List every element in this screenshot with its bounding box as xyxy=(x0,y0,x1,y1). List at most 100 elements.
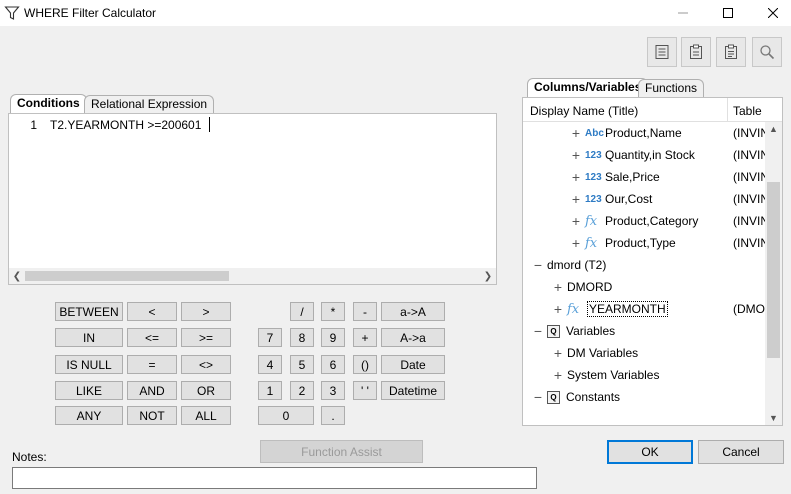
date-button[interactable]: Date xyxy=(381,355,445,374)
expand-icon[interactable]: + xyxy=(571,236,581,250)
not-equal-button[interactable]: <> xyxy=(181,355,231,374)
tree-row-product-category[interactable]: + fx Product,Category xyxy=(571,210,698,232)
minus-button[interactable]: - xyxy=(353,302,377,321)
tree-row-system-variables[interactable]: + System Variables xyxy=(553,364,660,386)
tab-conditions[interactable]: Conditions xyxy=(10,94,87,114)
display-name-header[interactable]: Display Name (Title) xyxy=(530,104,638,118)
query-icon: Q xyxy=(547,390,560,404)
expand-icon[interactable]: + xyxy=(553,368,563,382)
datetime-button[interactable]: Datetime xyxy=(381,381,445,400)
digit-7-button[interactable]: 7 xyxy=(258,328,282,347)
expand-icon[interactable]: + xyxy=(571,214,581,228)
list-view-button[interactable] xyxy=(647,37,677,67)
tree-row-quantity-in-stock[interactable]: + 123 Quantity,in Stock xyxy=(571,144,695,166)
cancel-button[interactable]: Cancel xyxy=(698,440,784,464)
any-button[interactable]: ANY xyxy=(55,406,123,425)
maximize-button[interactable] xyxy=(705,0,751,26)
greater-than-button[interactable]: > xyxy=(181,302,231,321)
or-button[interactable]: OR xyxy=(181,381,231,400)
text-caret xyxy=(209,117,210,132)
columns-tree[interactable]: Display Name (Title) Table + Abc Product… xyxy=(522,97,783,426)
scrollbar-thumb[interactable] xyxy=(25,271,229,281)
header-divider xyxy=(727,98,728,122)
scroll-right-icon[interactable]: ❯ xyxy=(482,268,494,284)
tree-row-table: (INVIN xyxy=(733,192,769,206)
tree-row-dmord-segment[interactable]: + DMORD xyxy=(553,276,612,298)
search-button[interactable] xyxy=(752,37,782,67)
tree-row-dmord[interactable]: − dmord (T2) xyxy=(533,254,606,276)
paste-button[interactable] xyxy=(716,37,746,67)
expand-icon[interactable]: + xyxy=(571,148,581,162)
expand-icon[interactable]: + xyxy=(571,126,581,140)
scroll-down-icon[interactable]: ▼ xyxy=(765,411,782,425)
tree-row-table: (INVIN xyxy=(733,148,769,162)
digit-3-button[interactable]: 3 xyxy=(321,381,345,400)
table-header[interactable]: Table xyxy=(733,104,762,118)
greater-equal-button[interactable]: >= xyxy=(181,328,231,347)
expand-icon[interactable]: + xyxy=(571,192,581,206)
digit-2-button[interactable]: 2 xyxy=(290,381,314,400)
tree-row-product-name[interactable]: + Abc Product,Name xyxy=(571,122,682,144)
digit-6-button[interactable]: 6 xyxy=(321,355,345,374)
tree-row-yearmonth[interactable]: + fx YEARMONTH xyxy=(553,298,668,320)
function-type-icon: fx xyxy=(585,213,598,229)
tree-row-product-type[interactable]: + fx Product,Type xyxy=(571,232,676,254)
function-assist-button[interactable]: Function Assist xyxy=(260,440,423,463)
minimize-icon xyxy=(678,12,688,14)
expand-icon[interactable]: + xyxy=(571,170,581,184)
and-button[interactable]: AND xyxy=(127,381,177,400)
condition-editor[interactable]: 1 T2.YEARMONTH >=200601 ❮ ❯ xyxy=(8,113,497,285)
horizontal-scrollbar[interactable]: ❮ ❯ xyxy=(9,268,496,284)
uppercase-button[interactable]: a->A xyxy=(381,302,445,321)
collapse-icon[interactable]: − xyxy=(533,390,543,404)
scroll-up-icon[interactable]: ▲ xyxy=(765,122,782,136)
parentheses-button[interactable]: () xyxy=(353,355,377,374)
collapse-icon[interactable]: − xyxy=(533,324,543,338)
tree-row-variables[interactable]: − Q Variables xyxy=(533,320,615,342)
tree-row-constants[interactable]: − Q Constants xyxy=(533,386,620,408)
divide-button[interactable]: / xyxy=(290,302,314,321)
scroll-left-icon[interactable]: ❮ xyxy=(11,268,23,284)
digit-0-button[interactable]: 0 xyxy=(258,406,314,425)
less-equal-button[interactable]: <= xyxy=(127,328,177,347)
lowercase-button[interactable]: A->a xyxy=(381,328,445,347)
close-icon xyxy=(768,8,778,18)
digit-4-button[interactable]: 4 xyxy=(258,355,282,374)
between-button[interactable]: BETWEEN xyxy=(55,302,123,321)
notes-input[interactable] xyxy=(12,467,537,489)
in-button[interactable]: IN xyxy=(55,328,123,347)
digit-5-button[interactable]: 5 xyxy=(290,355,314,374)
clipboard-icon xyxy=(690,44,702,59)
expand-icon[interactable]: + xyxy=(553,346,563,360)
less-than-button[interactable]: < xyxy=(127,302,177,321)
tab-relational-expression[interactable]: Relational Expression xyxy=(84,95,215,113)
tree-row-our-cost[interactable]: + 123 Our,Cost xyxy=(571,188,652,210)
expand-icon[interactable]: + xyxy=(553,302,563,316)
is-null-button[interactable]: IS NULL xyxy=(55,355,123,374)
tree-row-sale-price[interactable]: + 123 Sale,Price xyxy=(571,166,660,188)
not-button[interactable]: NOT xyxy=(127,406,177,425)
digit-9-button[interactable]: 9 xyxy=(321,328,345,347)
tab-functions[interactable]: Functions xyxy=(638,79,705,97)
minimize-button[interactable] xyxy=(660,0,706,26)
digit-8-button[interactable]: 8 xyxy=(290,328,314,347)
plus-button[interactable]: + xyxy=(353,328,377,347)
quotes-button[interactable]: ' ' xyxy=(353,381,377,400)
digit-1-button[interactable]: 1 xyxy=(258,381,282,400)
equals-button[interactable]: = xyxy=(127,355,177,374)
tree-row-label: DMORD xyxy=(567,280,613,294)
collapse-icon[interactable]: − xyxy=(533,258,543,272)
tree-row-dm-variables[interactable]: + DM Variables xyxy=(553,342,638,364)
scrollbar-thumb[interactable] xyxy=(767,182,780,358)
copy-button[interactable] xyxy=(681,37,711,67)
like-button[interactable]: LIKE xyxy=(55,381,123,400)
ok-button[interactable]: OK xyxy=(607,440,693,464)
tab-columns-variables[interactable]: Columns/Variables xyxy=(527,78,649,98)
vertical-scrollbar[interactable]: ▲ ▼ xyxy=(765,122,782,425)
expand-icon[interactable]: + xyxy=(553,280,563,294)
decimal-point-button[interactable]: . xyxy=(321,406,345,425)
multiply-button[interactable]: * xyxy=(321,302,345,321)
all-button[interactable]: ALL xyxy=(181,406,231,425)
tree-row-label: Product,Type xyxy=(605,236,676,250)
close-button[interactable] xyxy=(750,0,791,26)
